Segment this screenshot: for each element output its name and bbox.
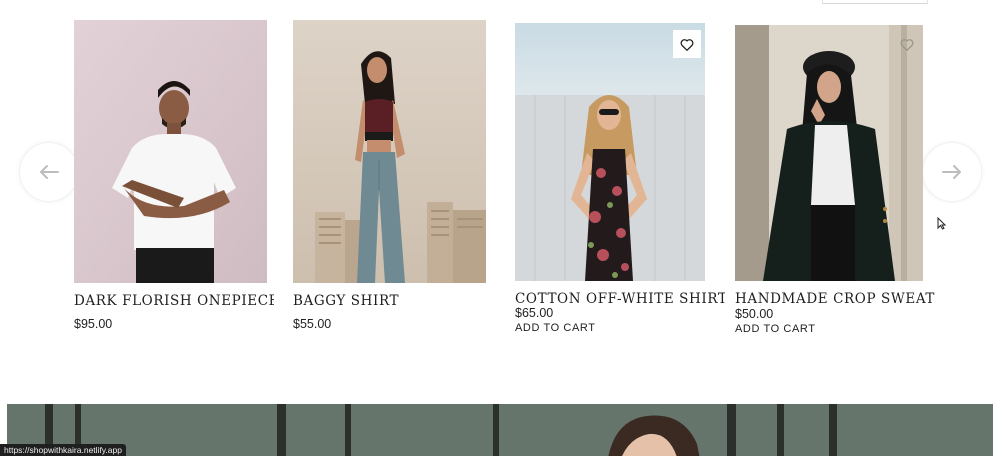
top-partial-control xyxy=(822,0,928,4)
product-photo xyxy=(74,20,267,283)
product-title[interactable]: BAGGY SHIRT xyxy=(293,293,399,309)
promo-banner-image xyxy=(7,404,993,456)
heart-icon xyxy=(680,38,694,51)
product-price: $65.00 xyxy=(515,306,554,320)
product-card[interactable]: DARK FLORISH ONEPIECE $95.00 xyxy=(74,20,274,340)
arrow-right-icon xyxy=(942,165,961,179)
page: DARK FLORISH ONEPIECE $95.00 BAGGY SHIRT… xyxy=(0,0,1000,456)
product-image[interactable] xyxy=(74,20,267,283)
carousel-prev-button[interactable] xyxy=(19,142,79,202)
product-title[interactable]: HANDMADE CROP SWEATER xyxy=(735,291,935,307)
mouse-cursor-icon xyxy=(937,217,946,230)
arrow-left-icon xyxy=(40,165,59,179)
product-title[interactable]: DARK FLORISH ONEPIECE xyxy=(74,293,274,309)
product-price: $50.00 xyxy=(735,307,774,321)
product-image[interactable] xyxy=(515,23,705,281)
product-photo xyxy=(293,20,486,283)
product-card[interactable]: BAGGY SHIRT $55.00 xyxy=(293,20,493,340)
status-bar-url: https://shopwithkaira.netlify.app xyxy=(0,444,126,456)
product-image[interactable] xyxy=(293,20,486,283)
product-card[interactable]: COTTON OFF-WHITE SHIRT $65.00 ADD TO CAR… xyxy=(515,23,725,335)
add-to-cart-link[interactable]: ADD TO CART xyxy=(515,322,596,334)
product-photo xyxy=(735,25,923,281)
banner-photo xyxy=(7,404,993,456)
product-title[interactable]: COTTON OFF-WHITE SHIRT xyxy=(515,291,725,307)
wishlist-button[interactable] xyxy=(673,30,701,58)
product-image[interactable] xyxy=(735,25,923,281)
product-card[interactable]: HANDMADE CROP SWEATER $50.00 ADD TO CART xyxy=(735,25,935,332)
product-photo xyxy=(515,23,705,281)
product-price: $55.00 xyxy=(293,317,332,331)
add-to-cart-link[interactable]: ADD TO CART xyxy=(735,323,816,332)
wishlist-button[interactable] xyxy=(894,31,920,57)
product-price: $95.00 xyxy=(74,317,113,331)
heart-icon xyxy=(900,38,914,51)
